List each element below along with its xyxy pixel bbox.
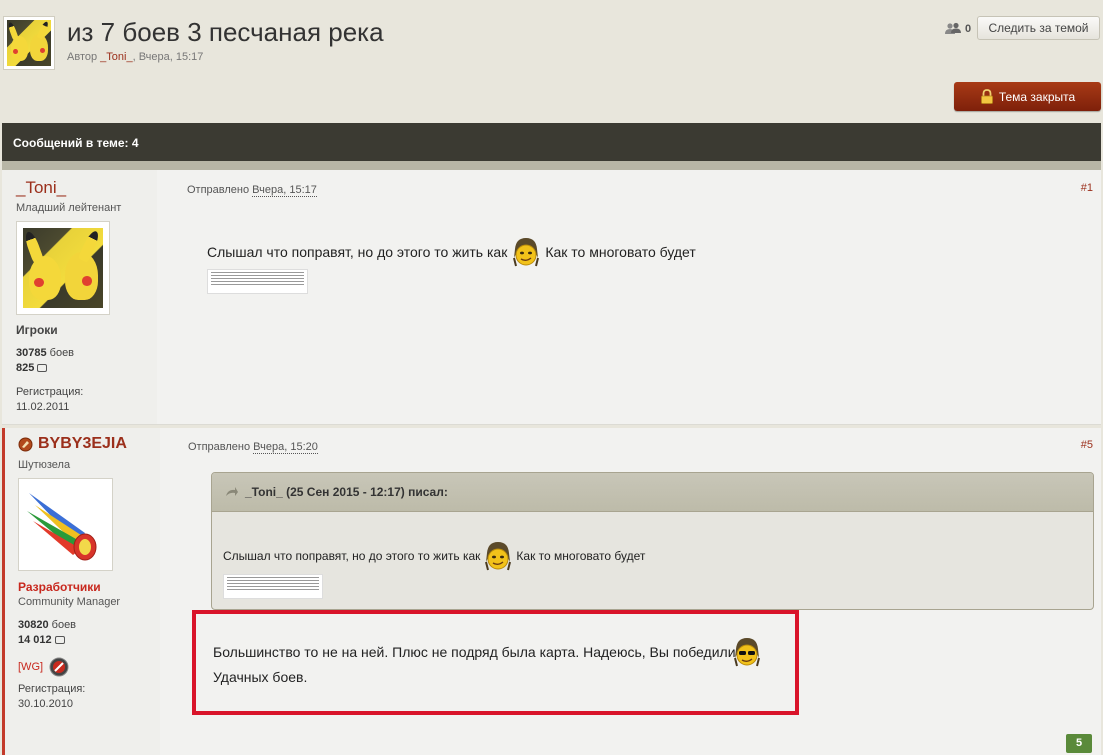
user-avatar[interactable] [16,221,110,315]
clan-tag[interactable]: [WG] [18,657,69,677]
followers-number: 0 [965,22,972,35]
follow-topic-button[interactable]: Следить за темой [977,16,1100,40]
lock-icon [980,89,993,104]
post-author-panel: _Toni_ Младший лейтенант Игроки 30785 бо… [2,170,157,424]
post-date: Отправлено Вчера, 15:17 [187,184,317,197]
user-stats: 30820 боев 14 012 [18,618,76,648]
reply-line-1: Большинство то не на ней. Плюс не подряд… [213,636,762,668]
quote-block: _Toni_ (25 Сен 2015 - 12:17) писал: Слыш… [211,472,1094,610]
post-date-value[interactable]: Вчера, 15:20 [253,441,318,454]
post-text-end: Как то многовато будет [545,244,696,260]
topic-closed-button[interactable]: Тема закрыта [954,82,1101,111]
post-count-bar: Сообщений в теме: 4 [2,123,1101,161]
quote-text-start: Слышал что поправят, но до этого то жить… [223,549,481,563]
battles-count: 30785 [16,347,47,359]
reply-line-2: Удачных боев. [213,669,308,685]
quote-arrow-icon[interactable] [225,486,239,498]
registration-date: 11.02.2011 [16,401,70,413]
registration-date: 30.10.2010 [18,698,74,710]
topic-author-link[interactable]: _Toni_ [100,51,132,63]
post-date-value[interactable]: Вчера, 15:17 [252,184,317,197]
page-title: из 7 боев 3 песчаная река [67,17,384,47]
quote-text-end: Как то многовато будет [516,549,646,563]
tanker-smiley-icon [511,236,541,268]
post-count-label: Сообщений в теме: 4 [13,136,139,150]
post-text-start: Слышал что поправят, но до этого то жить… [207,244,508,260]
vuvuzela-avatar-image [25,485,106,564]
user-registration: Регистрация: 30.10.2010 [18,682,85,712]
user-group: Разработчики [18,580,101,594]
pikachu-avatar-image [7,20,51,66]
quote-body: Слышал что поправят, но до этого то жить… [223,540,645,572]
sunglasses-smiley-icon [732,636,762,668]
clan-tag-label: [WG] [18,661,44,673]
followers-count[interactable]: 0 [945,22,971,35]
user-rank: Младший лейтенант [16,202,122,214]
battles-label: боев [46,347,75,359]
tanker-smiley-icon [483,540,513,572]
post-date-prefix: Отправлено [188,441,254,453]
post: _Toni_ Младший лейтенант Игроки 30785 бо… [2,170,1101,425]
reputation-badge[interactable]: 5 [1066,734,1092,753]
pikachu-avatar-image [23,228,103,308]
topic-meta: Автор _Toni_, Вчера, 15:17 [67,51,203,63]
users-icon [945,22,961,34]
post-date-prefix: Отправлено [187,184,253,196]
battles-count: 30820 [18,619,49,631]
wargaming-clan-icon [49,657,69,677]
quoted-screenshot-thumbnail[interactable] [223,574,323,599]
comments-count: 825 [16,362,35,374]
topic-author-avatar[interactable] [3,16,55,70]
user-stats: 30785 боев 825 [16,346,74,376]
registration-label: Регистрация: [16,386,84,398]
comments-count: 14 012 [18,634,52,646]
registration-label: Регистрация: [18,683,86,695]
quote-author: _Toni_ (25 Сен 2015 - 12:17) писал: [245,485,448,499]
user-subgroup: Community Manager [18,596,121,608]
user-group: Игроки [16,323,58,337]
post-username: BYBY3EJIA [38,435,127,452]
topic-meta-prefix: Автор [67,51,101,63]
user-rank: Шутюзела [18,459,71,471]
attached-screenshot-thumbnail[interactable] [207,269,308,294]
post-permalink[interactable]: #5 [1081,439,1093,451]
battles-label: боев [48,619,77,631]
user-avatar[interactable] [18,478,113,571]
post: BYBY3EJIA Шутюзела Разработчики Communit… [2,428,1101,755]
comment-icon [54,636,65,644]
post-body: Слышал что поправят, но до этого то жить… [207,236,696,268]
post-count-bar-divider [2,161,1101,170]
post-username[interactable]: _Toni_ [16,178,66,198]
quote-header: _Toni_ (25 Сен 2015 - 12:17) писал: [212,473,1093,512]
highlighted-reply: Большинство то не на ней. Плюс не подряд… [192,610,799,715]
reply-text-1: Большинство то не на ней. Плюс не подряд… [213,644,736,660]
topic-closed-label: Тема закрыта [998,89,1076,104]
post-author-panel: BYBY3EJIA Шутюзела Разработчики Communit… [5,428,160,755]
post-username-row[interactable]: BYBY3EJIA [18,435,127,453]
comment-icon [37,364,48,372]
user-registration: Регистрация: 11.02.2011 [16,385,83,415]
post-permalink[interactable]: #1 [1081,182,1093,194]
topic-meta-date: , Вчера, 15:17 [132,51,204,63]
developer-badge-icon [18,437,33,451]
post-date: Отправлено Вчера, 15:20 [188,441,318,454]
